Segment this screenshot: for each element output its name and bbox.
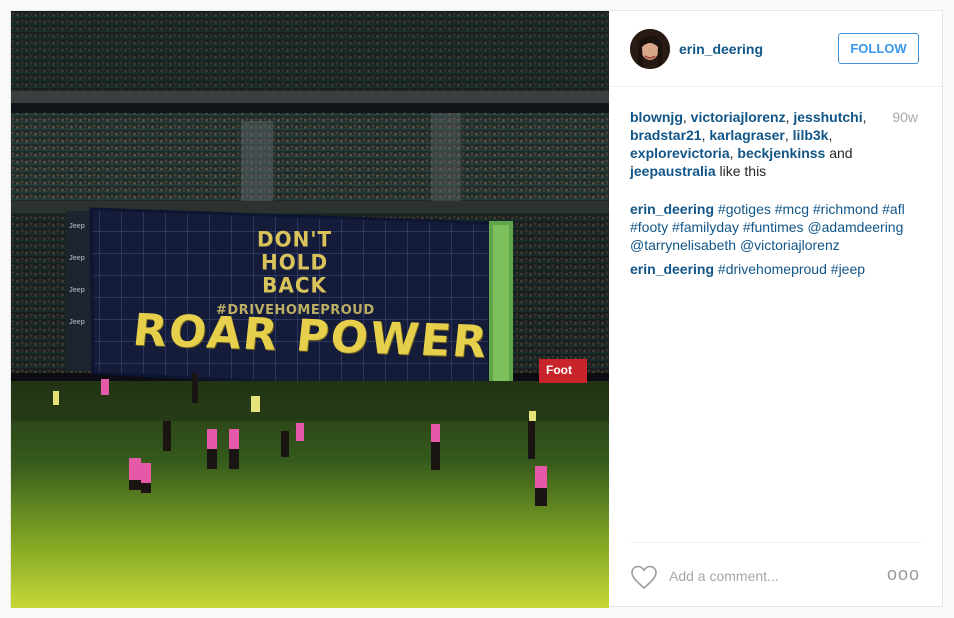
mention-link[interactable]: @victoriajlorenz [740,237,840,253]
comment-list: erin_deering #gotiges #mcg #richmond #af… [630,200,915,284]
hashtag-link[interactable]: #jeep [831,261,865,277]
mention-link[interactable]: @tarrynelisabeth [630,237,736,253]
comment-author[interactable]: erin_deering [630,201,714,217]
hashtag-link[interactable]: #mcg [775,201,809,217]
like-user[interactable]: victoriajlorenz [691,109,786,125]
banner-slogan: DON'T HOLD BACK [257,227,332,296]
jeep-logo: Jeep [69,287,85,294]
like-user[interactable]: bradstar21 [630,127,702,143]
jeep-logo: Jeep [69,319,85,326]
caption-comment: erin_deering #gotiges #mcg #richmond #af… [630,200,915,254]
like-user[interactable]: lilb3k [793,127,829,143]
banner-line: HOLD [261,249,329,275]
hashtag-link[interactable]: #familyday [672,219,739,235]
like-user[interactable]: beckjenkinss [737,145,825,161]
mention-link[interactable]: @adamdeering [807,219,903,235]
like-user[interactable]: blownjg [630,109,683,125]
like-user[interactable]: jeepaustralia [630,163,716,179]
like-user[interactable]: explorevictoria [630,145,730,161]
post-photo[interactable]: Jeep Jeep Jeep Jeep DON'T HOLD BACK #DRI… [11,11,609,608]
heart-icon [631,565,657,590]
avatar-photo-icon [630,29,670,69]
divider [630,542,921,543]
post-card: Jeep Jeep Jeep Jeep DON'T HOLD BACK #DRI… [10,10,943,608]
likes-summary: blownjg, victoriajlorenz, jesshutchi, br… [630,109,867,179]
likes-suffix: like this [719,163,767,179]
more-options-icon[interactable]: ooo [887,565,920,583]
like-user[interactable]: karlagraser [709,127,785,143]
author-username[interactable]: erin_deering [679,41,763,57]
like-user[interactable]: jesshutchi [793,109,862,125]
hashtag-link[interactable]: #afl [882,201,905,217]
jeep-logo: Jeep [69,255,85,262]
hashtag-link[interactable]: #gotiges [718,201,771,217]
banner-line: BACK [262,272,327,298]
jeep-logo: Jeep [69,223,85,230]
post-sidebar: erin_deering FOLLOW blownjg, victoriajlo… [609,11,942,608]
hashtag-link[interactable]: #footy [630,219,668,235]
hashtag-link[interactable]: #richmond [813,201,878,217]
sponsor-sign: Foot [539,359,587,383]
like-button[interactable] [630,564,658,590]
post-header: erin_deering FOLLOW [609,11,942,87]
hashtag-link[interactable]: #drivehomeproud [718,261,827,277]
hashtag-link[interactable]: #funtimes [743,219,804,235]
post-actions: ooo [609,542,942,608]
banner-line: DON'T [257,226,333,252]
avatar[interactable] [630,29,670,69]
likes-and: and [829,145,853,161]
follow-button[interactable]: FOLLOW [838,33,919,64]
comment-item: erin_deering #drivehomeproud #jeep [630,260,915,278]
add-comment-input[interactable] [669,565,869,587]
post-age[interactable]: 90w [892,109,918,125]
comment-author[interactable]: erin_deering [630,261,714,277]
